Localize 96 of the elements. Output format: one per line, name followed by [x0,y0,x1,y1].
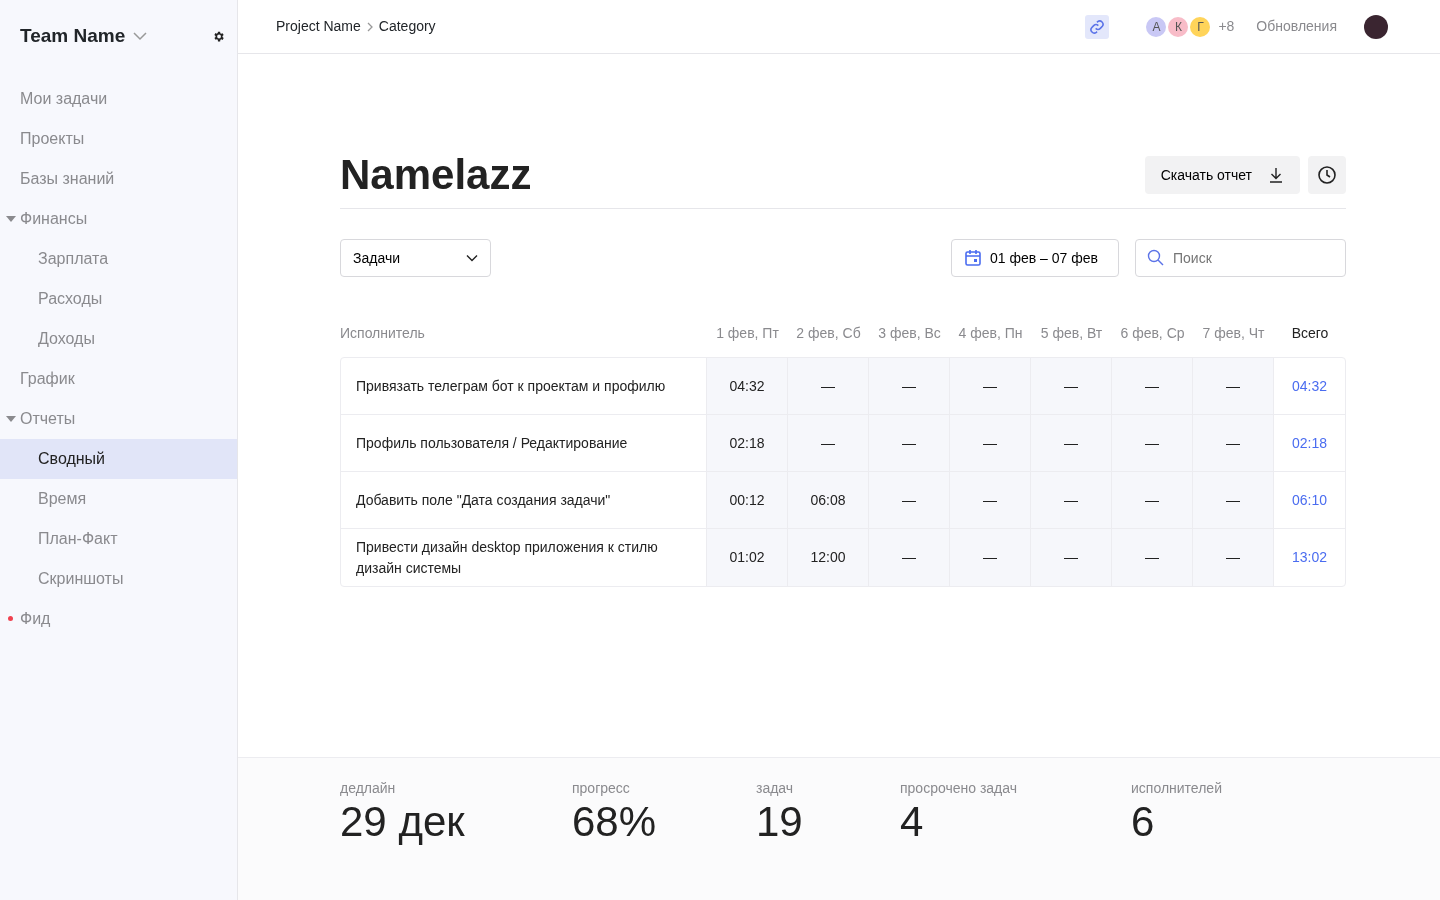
time-cell: — [787,358,868,415]
calendar-icon [964,249,982,268]
link-icon [1089,18,1106,35]
history-button[interactable] [1308,156,1346,195]
task-name: Привести дизайн desktop приложения к стилю дизайн системы [355,537,659,578]
column-header: 2 фев, Сб [795,323,862,343]
time-cell: — [868,415,949,472]
time-cell: — [1192,472,1273,529]
user-avatar[interactable]: Г [1190,16,1211,37]
time-cell: 12:00 [787,529,868,587]
column-header: 7 фев, Чт [1201,323,1266,343]
time-cell: 00:12 [706,472,787,529]
stat-value: 6 [1131,799,1156,846]
time-cell: — [949,358,1030,415]
column-header: 3 фев, Вс [877,323,942,343]
more-users-count[interactable]: +8 [1218,16,1235,37]
sidebar-item[interactable]: Время [0,478,237,519]
date-range-picker[interactable]: 01 фев – 07 фев [951,239,1119,278]
chevron-down-icon [466,254,478,263]
time-cell: — [1111,358,1192,415]
sidebar-item[interactable]: Отчеты [0,398,237,439]
group-by-dropdown[interactable]: Задачи [340,239,491,278]
time-cell: — [1030,415,1111,472]
sidebar-item[interactable]: Расходы [0,278,237,319]
task-name: Привязать телеграм бот к проектам и профилю [355,376,667,396]
sidebar-item[interactable]: Зарплата [0,238,237,279]
sidebar-item[interactable]: План-Факт [0,518,237,559]
link-button[interactable] [1085,14,1110,39]
total-time: 04:32 [1273,358,1345,415]
time-cell: 06:08 [787,472,868,529]
updates-link[interactable]: Обновления [1256,16,1337,37]
task-name: Профиль пользователя / Редактирование [355,433,629,453]
stat-label: просрочено задач [900,779,1019,798]
time-cell: — [1192,358,1273,415]
time-cell: 01:02 [706,529,787,587]
clock-icon [1317,165,1337,186]
column-header: Исполнитель [340,323,426,343]
time-cell: — [787,415,868,472]
caret-down-icon [6,414,16,423]
settings-icon[interactable] [212,29,225,43]
total-time: 06:10 [1273,472,1345,529]
stat-value: 29 дек [340,799,466,846]
time-cell: — [1030,529,1111,587]
time-cell: 02:18 [706,415,787,472]
sidebar-item[interactable]: График [0,358,237,399]
page-title: Namelazz [340,150,532,200]
stat-label: прогресс [572,779,631,798]
time-cell: — [868,358,949,415]
sidebar-item[interactable]: Базы знаний [0,158,237,199]
sidebar-item[interactable]: Скриншоты [0,558,237,599]
team-switcher[interactable]: Team Name [20,22,148,51]
total-time: 02:18 [1273,415,1345,472]
caret-down-icon [6,214,16,223]
stat-value: 19 [756,799,804,846]
stat-label: дедлайн [340,779,397,798]
chevron-right-icon [365,21,374,32]
sidebar-item[interactable]: Доходы [0,318,237,359]
task-name: Добавить поле "Дата создания задачи" [355,490,612,510]
stat-label: задач [756,779,795,798]
time-cell: — [949,415,1030,472]
time-cell: — [1111,529,1192,587]
column-header: Всего [1290,323,1330,343]
sidebar-item[interactable]: Сводный [0,438,237,479]
breadcrumb-link[interactable]: Category [378,16,436,37]
column-header: 5 фев, Вт [1039,323,1104,343]
stat-label: исполнителей [1131,779,1223,798]
breadcrumb-link[interactable]: Project Name [276,16,361,37]
column-header: 4 фев, Пн [957,323,1024,343]
time-cell: — [1030,472,1111,529]
column-header: 6 фев, Ср [1119,323,1186,343]
search-field[interactable]: Поиск [1135,239,1346,278]
sidebar-item[interactable]: Проекты [0,118,237,159]
download-report-button[interactable]: Скачать отчет [1144,156,1300,195]
stat-value: 4 [900,799,925,846]
user-avatar[interactable]: К [1168,16,1189,37]
time-cell: — [1111,472,1192,529]
sidebar-item[interactable]: Финансы [0,198,237,239]
time-cell: — [949,529,1030,587]
time-cell: 04:32 [706,358,787,415]
time-cell: — [1192,529,1273,587]
time-cell: — [1030,358,1111,415]
unread-dot [8,616,13,621]
time-cell: — [949,472,1030,529]
total-time: 13:02 [1273,529,1345,587]
time-cell: — [1192,415,1273,472]
chevron-down-icon [133,31,148,41]
time-cell: — [868,529,949,587]
time-cell: — [1111,415,1192,472]
sidebar-item[interactable]: Мои задачи [0,78,237,119]
column-header: 1 фев, Пт [715,323,780,343]
profile-avatar[interactable] [1364,14,1388,39]
time-cell: — [868,472,949,529]
sidebar-item[interactable]: Фид [0,598,237,639]
stat-value: 68% [572,799,658,846]
download-icon [1268,167,1284,184]
user-avatar[interactable]: А [1146,16,1167,37]
